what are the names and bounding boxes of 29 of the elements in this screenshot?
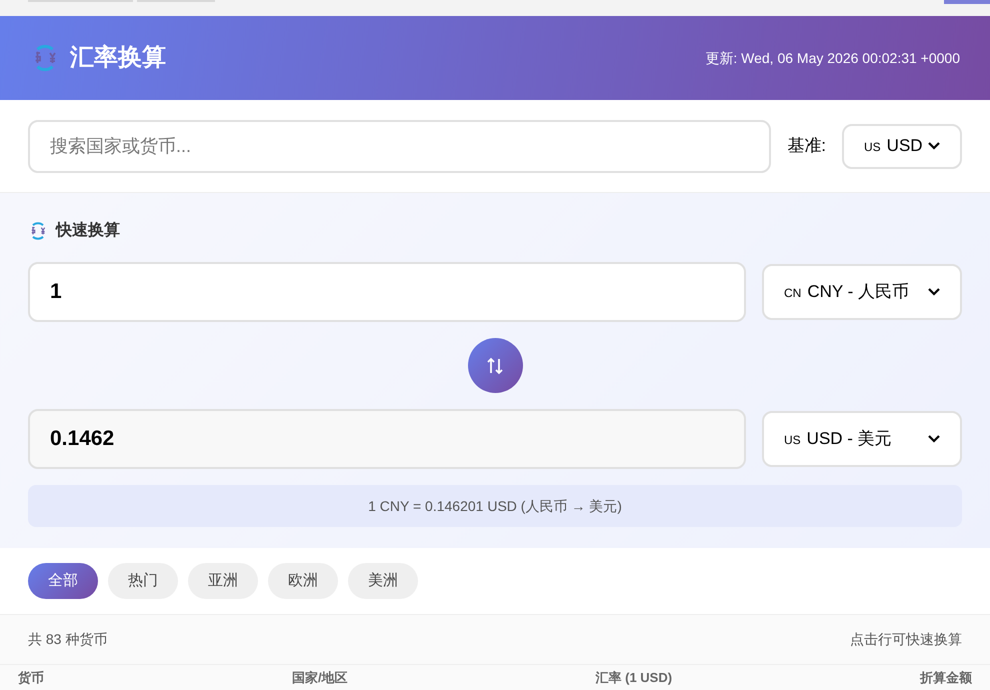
to-currency-select[interactable]: US USD - 美元 xyxy=(762,411,962,467)
currency-count: 共 83 种货币 xyxy=(28,630,108,649)
section-title: 快速换算 xyxy=(56,220,120,241)
update-time: 更新: Wed, 06 May 2026 00:02:31 +0000 xyxy=(705,48,960,68)
filter-tab[interactable]: 全部 xyxy=(28,563,98,599)
rate-info: 1 CNY = 0.146201 USD (人民币 → 美元) xyxy=(28,485,962,527)
search-field[interactable]: 搜索国家或货币... xyxy=(28,120,772,172)
chevron-down-icon xyxy=(928,435,940,443)
column-header: 汇率 (1 USD) xyxy=(596,668,672,687)
filter-tab[interactable]: 亚洲 xyxy=(188,563,258,599)
filter-tab[interactable]: 欧洲 xyxy=(268,563,338,599)
amount-field[interactable]: 1 xyxy=(28,262,746,322)
swap-arrows-icon xyxy=(486,356,504,374)
currency-label: US USD xyxy=(864,135,923,158)
column-header: 货币 xyxy=(18,668,44,687)
filter-tab[interactable]: 美洲 xyxy=(348,563,418,599)
currency-label: CN CNY - 人民币 xyxy=(784,281,910,304)
column-header: 折算金额 xyxy=(920,668,972,687)
column-header: 国家/地区 xyxy=(292,668,348,687)
click-hint: 点击行可快速换算 xyxy=(850,630,962,649)
filter-tab[interactable]: 热门 xyxy=(108,563,178,599)
chevron-down-icon xyxy=(928,288,940,296)
app-title: 汇率换算 xyxy=(70,43,166,73)
result-field[interactable]: 0.1462 xyxy=(28,409,746,469)
currency-label: US USD - 美元 xyxy=(784,428,892,450)
chevron-down-icon xyxy=(928,142,940,150)
base-currency-select[interactable]: US USD xyxy=(842,124,962,168)
base-label: 基准: xyxy=(787,135,826,158)
from-currency-select[interactable]: CN CNY - 人民币 xyxy=(762,264,962,320)
